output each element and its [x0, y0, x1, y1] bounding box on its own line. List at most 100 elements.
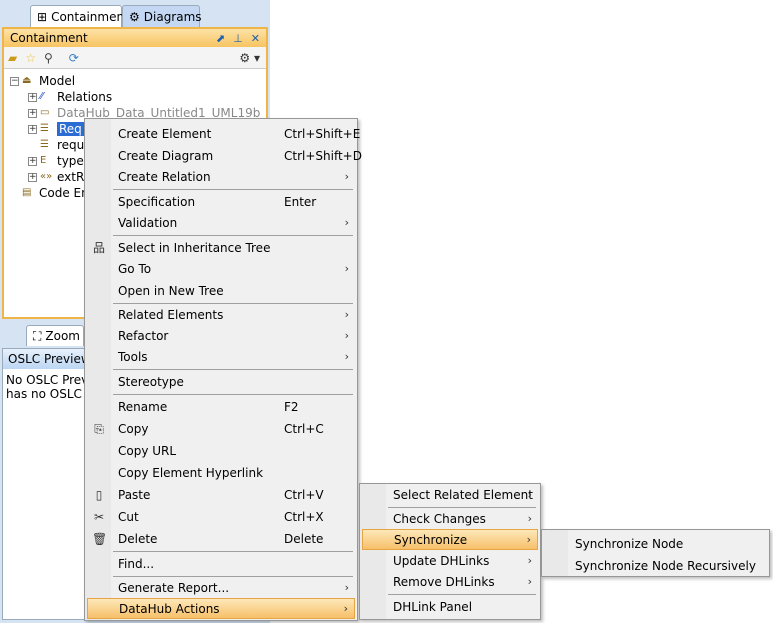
menu-item-related-elements[interactable]: Related Elements ›: [87, 304, 355, 325]
paste-icon: ▯: [95, 487, 103, 502]
menu-item-update-dhlinks[interactable]: Update DHLinks ›: [362, 550, 538, 571]
menu-item-label: Synchronize Node Recursively: [575, 558, 756, 573]
menu-separator: [113, 551, 353, 552]
menu-item-refactor[interactable]: Refactor ›: [87, 325, 355, 346]
menu-separator: [113, 369, 353, 370]
menu-item-remove-dhlinks[interactable]: Remove DHLinks ›: [362, 571, 538, 592]
menu-item-go-to[interactable]: Go To ›: [87, 258, 355, 279]
close-icon[interactable]: ✕: [251, 32, 260, 45]
tree-node[interactable]: − ⏏ Model: [10, 73, 75, 89]
tree-node[interactable]: + «» extR: [28, 169, 84, 185]
menu-item-create-diagram[interactable]: Create Diagram Ctrl+Shift+D: [87, 145, 362, 166]
tree-node[interactable]: ▤ Code En: [10, 185, 89, 201]
chevron-right-icon: ›: [527, 488, 532, 501]
tree-node[interactable]: + ⁄⁄ Relations: [28, 89, 112, 105]
menu-item-shortcut: Ctrl+V: [284, 487, 324, 502]
pin-icon[interactable]: ⊥: [233, 32, 243, 45]
trash-icon: 🗑: [92, 531, 108, 546]
chevron-right-icon: ›: [526, 533, 531, 546]
menu-item-datahub-actions[interactable]: DataHub Actions ›: [87, 598, 355, 619]
menu-separator: [113, 189, 353, 190]
menu-item-find[interactable]: Find...: [87, 553, 355, 574]
menu-item-create-relation[interactable]: Create Relation ›: [87, 166, 355, 187]
menu-item-label: Synchronize Node: [575, 536, 684, 551]
expander-icon[interactable]: +: [28, 156, 37, 166]
folder-icon: ▭: [40, 106, 50, 118]
tree-node-label: requ: [57, 138, 85, 152]
menu-item-label: Create Relation: [118, 169, 211, 184]
tree-node-label: type: [57, 154, 84, 168]
chevron-right-icon: ›: [527, 512, 532, 525]
tree-node[interactable]: + ☰ Req: [28, 121, 84, 137]
menu-item-label: Stereotype: [118, 374, 184, 389]
menu-item-stereotype[interactable]: Stereotype: [87, 371, 355, 392]
enumeration-icon: E: [40, 154, 47, 166]
stereotype-icon: «»: [40, 170, 53, 182]
tree-node-label: Model: [39, 74, 76, 88]
menu-item-label: Copy Element Hyperlink: [118, 465, 264, 480]
menu-separator: [113, 576, 353, 577]
open-folder-icon[interactable]: ▰: [8, 51, 17, 65]
menu-item-copy-url[interactable]: Copy URL: [87, 440, 355, 461]
menu-item-generate-report[interactable]: Generate Report... ›: [87, 577, 355, 598]
menu-item-dhlink-panel[interactable]: DHLink Panel: [362, 596, 538, 617]
tree-node[interactable]: ☰ requ: [28, 137, 84, 153]
chevron-right-icon: ›: [344, 308, 349, 321]
tree-node-label: Code En: [39, 186, 89, 200]
tree-node[interactable]: + Etype: [28, 153, 84, 169]
expander-icon[interactable]: +: [28, 172, 37, 182]
menu-item-synchronize[interactable]: Synchronize ›: [362, 529, 538, 550]
menu-item-create-element[interactable]: Create Element Ctrl+Shift+E: [87, 123, 360, 144]
expander-icon[interactable]: −: [10, 76, 19, 86]
menu-item-label: Delete: [118, 531, 158, 546]
menu-item-shortcut: Ctrl+X: [284, 509, 324, 524]
menu-separator: [388, 594, 536, 595]
menu-item-tools[interactable]: Tools ›: [87, 346, 355, 367]
menu-item-shortcut: Ctrl+Shift+E: [284, 126, 361, 141]
chevron-right-icon: ›: [344, 581, 349, 594]
expander-icon[interactable]: +: [28, 92, 37, 102]
menu-item-copy[interactable]: ⎘ Copy Ctrl+C: [87, 418, 355, 439]
float-icon[interactable]: ⬈: [216, 32, 225, 45]
menu-item-paste[interactable]: ▯ Paste Ctrl+V: [87, 484, 355, 505]
tree-node-label: Req: [57, 122, 84, 136]
menu-item-open-in-new-tree[interactable]: Open in New Tree: [87, 280, 355, 301]
menu-item-copy-element-hyperlink[interactable]: Copy Element Hyperlink: [87, 462, 355, 483]
synchronize-submenu: Synchronize Node Synchronize Node Recursi…: [541, 529, 770, 577]
code-engineering-icon: ▤: [22, 186, 32, 198]
menu-item-delete[interactable]: 🗑 Delete Delete: [87, 528, 355, 549]
menu-item-check-changes[interactable]: Check Changes ›: [362, 508, 538, 529]
relation-icon: ⁄⁄: [40, 90, 44, 102]
menu-item-label: Go To: [118, 261, 152, 276]
menu-item-synchronize-node-recursively[interactable]: Synchronize Node Recursively: [544, 555, 767, 576]
menu-item-label: Validation: [118, 215, 178, 230]
tab-containment[interactable]: ⊞ Containment: [30, 5, 129, 27]
menu-item-label: Select Related Element: [393, 487, 533, 502]
star-icon[interactable]: ☆: [25, 51, 36, 65]
diagrams-icon: ⚙: [129, 9, 140, 24]
menu-item-select-in-inheritance-tree[interactable]: 品 Select in Inheritance Tree: [87, 237, 355, 258]
menu-item-select-related-element[interactable]: Select Related Element ›: [362, 484, 538, 505]
menu-item-label: Specification: [118, 194, 196, 209]
tab-zoom[interactable]: ⛶ Zoom: [26, 325, 84, 346]
menu-item-rename[interactable]: Rename F2: [87, 396, 355, 417]
expander-icon[interactable]: +: [28, 124, 37, 134]
chevron-right-icon: ›: [344, 170, 349, 183]
requirement-table-icon: ☰: [40, 122, 49, 134]
menu-item-label: Tools: [118, 349, 148, 364]
chevron-right-icon: ›: [343, 602, 348, 615]
menu-separator: [388, 507, 536, 508]
chevron-right-icon: ›: [344, 350, 349, 363]
menu-item-cut[interactable]: ✂ Cut Ctrl+X: [87, 506, 355, 527]
search-icon[interactable]: ⚲: [44, 51, 53, 65]
menu-item-synchronize-node[interactable]: Synchronize Node: [544, 533, 767, 554]
menu-item-label: Related Elements: [118, 307, 224, 322]
menu-item-label: Find...: [118, 556, 155, 571]
gear-icon[interactable]: ⚙ ▾: [239, 51, 260, 65]
menu-item-validation[interactable]: Validation ›: [87, 212, 355, 233]
menu-item-shortcut: Ctrl+Shift+D: [284, 148, 362, 163]
tab-diagrams[interactable]: ⚙ Diagrams: [122, 5, 202, 27]
expander-icon[interactable]: +: [28, 108, 37, 118]
menu-item-specification[interactable]: Specification Enter: [87, 191, 355, 212]
sync-icon[interactable]: ⟳: [69, 51, 79, 65]
